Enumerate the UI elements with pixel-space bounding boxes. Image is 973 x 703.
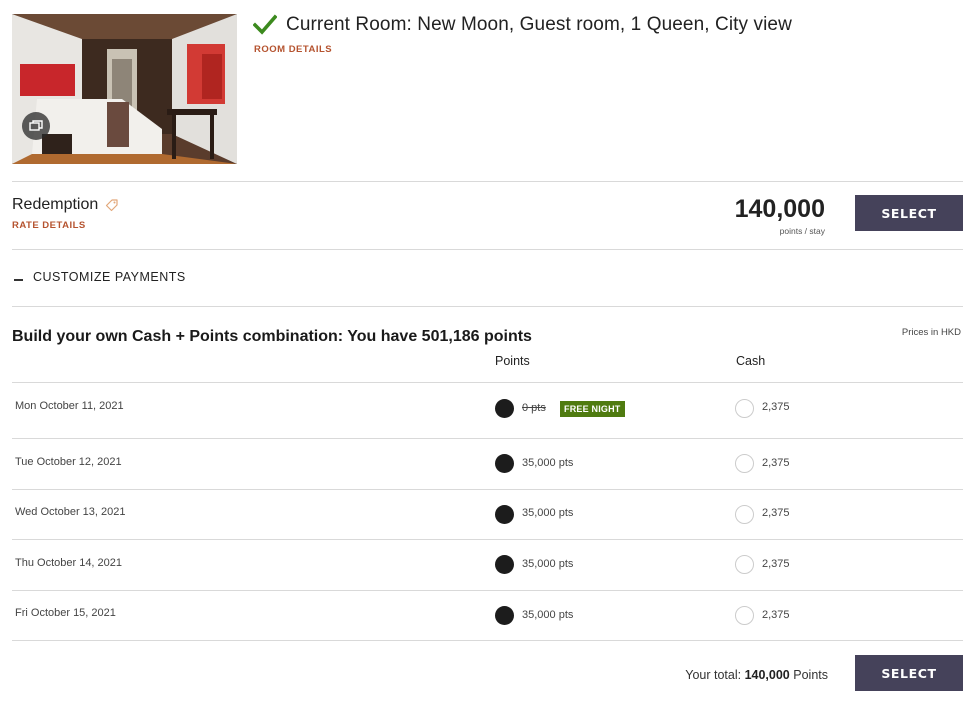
night-cash: 2,375	[762, 457, 790, 469]
select-total-button[interactable]: SELECT	[855, 655, 963, 691]
cash-radio[interactable]	[735, 399, 754, 418]
current-room-title: Current Room: New Moon, Guest room, 1 Qu…	[286, 14, 792, 35]
customize-payments-toggle[interactable]: CUSTOMIZE PAYMENTS	[14, 270, 186, 284]
rate-points-unit: points / stay	[779, 226, 825, 236]
rate-name-label: Redemption	[12, 196, 99, 213]
points-radio[interactable]	[495, 505, 514, 524]
cash-radio[interactable]	[735, 555, 754, 574]
tag-icon[interactable]	[105, 198, 119, 212]
night-cash: 2,375	[762, 609, 790, 621]
total-value: 140,000	[744, 668, 790, 682]
gallery-icon[interactable]	[22, 112, 50, 140]
points-column-header: Points	[495, 354, 530, 368]
night-points: 0 pts	[522, 402, 546, 414]
total-label: Your total:	[685, 668, 742, 682]
cash-radio[interactable]	[735, 454, 754, 473]
night-cash: 2,375	[762, 558, 790, 570]
current-room-header: Current Room: New Moon, Guest room, 1 Qu…	[253, 14, 792, 55]
night-date: Mon October 11, 2021	[15, 400, 124, 412]
night-date: Thu October 14, 2021	[15, 557, 123, 569]
total-summary: Your total: 140,000 Points	[685, 668, 828, 682]
night-points: 35,000 pts	[522, 457, 574, 469]
night-row: Mon October 11, 2021 0 pts FREE NIGHT 2,…	[12, 383, 963, 438]
night-cash: 2,375	[762, 401, 790, 413]
check-icon	[253, 14, 277, 35]
points-radio[interactable]	[495, 454, 514, 473]
cash-radio[interactable]	[735, 606, 754, 625]
room-photo[interactable]	[12, 14, 237, 164]
night-date: Wed October 13, 2021	[15, 506, 126, 518]
divider	[12, 249, 963, 250]
divider	[12, 306, 963, 307]
night-points: 35,000 pts	[522, 558, 574, 570]
rate-points: 140,000	[734, 195, 825, 223]
room-details-link[interactable]: ROOM DETAILS	[254, 44, 792, 55]
rate-details-link[interactable]: RATE DETAILS	[12, 220, 86, 231]
night-row: Tue October 12, 2021 35,000 pts 2,375	[12, 439, 963, 489]
night-date: Fri October 15, 2021	[15, 607, 116, 619]
night-date: Tue October 12, 2021	[15, 456, 122, 468]
cash-radio[interactable]	[735, 505, 754, 524]
points-radio[interactable]	[495, 555, 514, 574]
points-radio[interactable]	[495, 399, 514, 418]
points-radio[interactable]	[495, 606, 514, 625]
night-points: 35,000 pts	[522, 507, 574, 519]
rate-name: Redemption	[12, 196, 119, 214]
cash-points-builder-title: Build your own Cash + Points combination…	[12, 328, 532, 345]
select-rate-button[interactable]: SELECT	[855, 195, 963, 231]
night-points: 35,000 pts	[522, 609, 574, 621]
night-row: Thu October 14, 2021 35,000 pts 2,375	[12, 540, 963, 590]
collapse-icon	[14, 279, 23, 281]
room-photo-image	[12, 14, 237, 164]
night-cash: 2,375	[762, 507, 790, 519]
total-unit: Points	[793, 668, 828, 682]
cash-column-header: Cash	[736, 354, 766, 368]
prices-currency-note: Prices in HKD	[901, 327, 961, 338]
customize-payments-label: CUSTOMIZE PAYMENTS	[33, 270, 186, 284]
divider	[12, 640, 963, 641]
night-row: Wed October 13, 2021 35,000 pts 2,375	[12, 490, 963, 540]
night-row: Fri October 15, 2021 35,000 pts 2,375	[12, 591, 963, 641]
divider	[12, 181, 963, 182]
free-night-badge: FREE NIGHT	[560, 401, 625, 417]
